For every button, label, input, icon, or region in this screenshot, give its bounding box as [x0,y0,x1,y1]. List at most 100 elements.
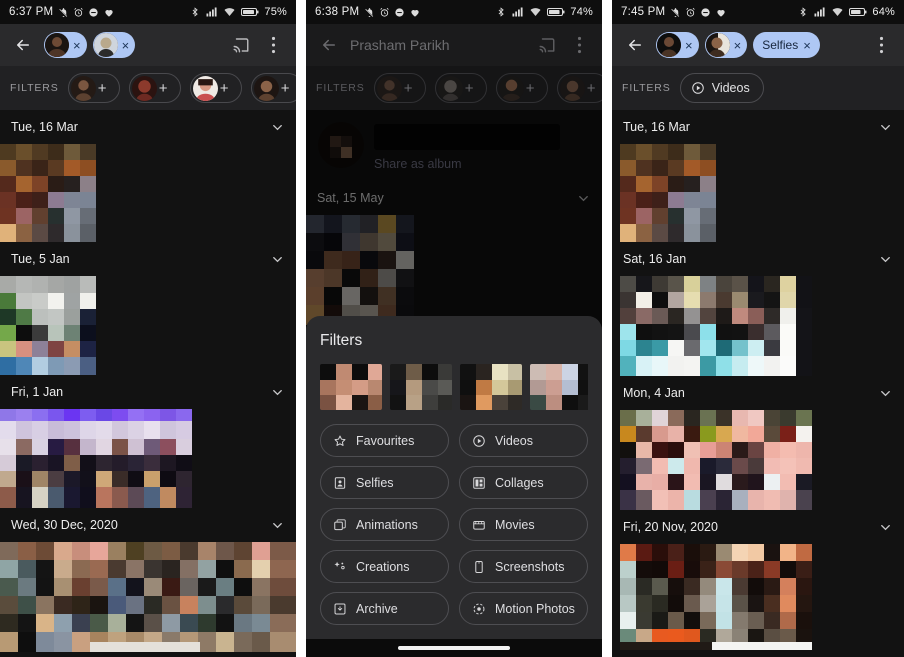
avatar [70,75,96,101]
status-time: 6:38 PM [315,6,360,18]
date-section-header[interactable]: Sat, 15 May [306,181,602,215]
sheet-title: Filters [320,332,363,349]
status-bar: 6:38 PM 74% [306,0,602,24]
play-circle-icon [691,81,705,95]
filter-chip-motion-photos[interactable]: Motion Photos [459,592,588,625]
battery-icon [849,7,867,17]
filter-chip-videos[interactable]: Videos [679,73,764,103]
photo-thumbnail[interactable] [612,410,904,510]
more-vertical-icon[interactable] [564,30,594,60]
add-filter-icon[interactable]: + [526,81,535,96]
home-gesture-pill[interactable] [398,646,510,650]
date-section-header[interactable]: Tue, 5 Jan [0,242,296,276]
battery-percent: 75% [264,6,287,18]
sheet-thumbnail[interactable] [460,364,522,410]
sheet-thumbnail[interactable] [320,364,382,410]
remove-chip-icon[interactable]: × [734,39,742,52]
person-filter-chip[interactable]: × [92,32,136,58]
more-vertical-icon[interactable] [258,30,288,60]
photo-thumbnail[interactable] [612,276,904,376]
filter-chip-animations[interactable]: Animations [320,508,449,541]
chevron-down-icon[interactable] [576,191,591,206]
chevron-down-icon[interactable] [270,120,285,135]
date-section-header[interactable]: Mon, 4 Jan [612,376,904,410]
cast-icon[interactable] [226,30,256,60]
remove-chip-icon[interactable]: × [803,39,811,52]
add-filter-icon[interactable]: + [159,81,168,96]
add-filter-icon[interactable]: + [404,81,413,96]
back-arrow-icon[interactable] [8,30,38,60]
date-section-header[interactable]: Wed, 30 Dec, 2020 [0,508,296,542]
person-filter-chip[interactable]: × [44,32,87,58]
photo-thumbnail[interactable] [306,215,602,325]
remove-chip-icon[interactable]: × [685,39,693,52]
filters-strip: FILTERS + + + + + [306,66,602,110]
date-section-header[interactable]: Fri, 20 Nov, 2020 [612,510,904,544]
chevron-down-icon[interactable] [878,386,893,401]
back-arrow-icon[interactable] [620,30,650,60]
photo-thumbnail[interactable] [0,144,296,242]
face-filter-chip[interactable]: + [434,73,487,103]
remove-chip-icon[interactable]: × [73,39,81,52]
add-filter-icon[interactable]: + [220,81,229,96]
collage-icon [472,476,486,490]
date-label: Tue, 16 Mar [11,120,78,134]
add-filter-icon[interactable]: + [465,81,474,96]
photo-thumbnail[interactable] [0,276,296,375]
filter-chip-favourites[interactable]: Favourites [320,424,449,457]
person-filter-chip[interactable]: × [656,32,699,58]
face-filter-chip[interactable]: + [556,73,602,103]
phone-icon [472,560,486,574]
date-label: Fri, 20 Nov, 2020 [623,520,718,534]
dnd-icon [88,7,99,18]
chevron-down-icon[interactable] [270,252,285,267]
date-label: Sat, 16 Jan [623,252,687,266]
remove-chip-icon[interactable]: × [122,39,130,52]
more-vertical-icon[interactable] [866,30,896,60]
photo-thumbnail[interactable] [612,144,904,242]
face-filter-chip[interactable]: + [495,73,548,103]
portrait-icon [333,476,347,490]
cast-icon[interactable] [532,30,562,60]
avatar[interactable] [318,122,364,168]
share-as-album-link[interactable]: Share as album [374,157,590,171]
sheet-thumbnail[interactable] [530,364,588,410]
filter-chip-selfies[interactable]: Selfies [320,466,449,499]
chevron-down-icon[interactable] [878,120,893,135]
add-filter-icon[interactable]: + [587,81,596,96]
chevron-down-icon[interactable] [270,518,285,533]
filter-chip-videos[interactable]: Videos [459,424,588,457]
filter-chip-creations[interactable]: Creations [320,550,449,583]
face-filter-chip[interactable]: + [128,73,181,103]
filter-chip-archive[interactable]: Archive [320,592,449,625]
person-filter-chip[interactable]: × [704,32,748,58]
date-section-header[interactable]: Sat, 16 Jan [612,242,904,276]
sheet-thumbnail-row[interactable] [320,364,588,410]
animation-icon [333,518,347,532]
chevron-down-icon[interactable] [878,520,893,535]
face-filter-chip[interactable]: + [373,73,426,103]
filter-chip-screenshots[interactable]: Screenshots [459,550,588,583]
avatar [45,33,69,57]
add-filter-icon[interactable]: + [281,81,290,96]
add-filter-icon[interactable]: + [98,81,107,96]
face-filter-chip[interactable]: + [189,73,242,103]
photo-thumbnail[interactable] [0,409,296,508]
face-filter-chip[interactable]: + [67,73,120,103]
chevron-down-icon[interactable] [878,252,893,267]
bluetooth-icon [190,6,200,18]
photo-thumbnail[interactable] [0,542,296,652]
date-section-header[interactable]: Fri, 1 Jan [0,375,296,409]
filter-chip-movies[interactable]: Movies [459,508,588,541]
back-arrow-icon[interactable] [314,30,344,60]
selfies-filter-chip[interactable]: Selfies × [753,32,820,58]
sheet-thumbnail[interactable] [390,364,452,410]
heart-icon [715,7,727,18]
date-section-header[interactable]: Tue, 16 Mar [0,110,296,144]
filter-chip-collages[interactable]: Collages [459,466,588,499]
date-section-header[interactable]: Tue, 16 Mar [612,110,904,144]
filter-chip-label: Favourites [356,433,415,448]
photo-thumbnail[interactable] [612,544,904,650]
chevron-down-icon[interactable] [270,385,285,400]
face-filter-chip[interactable]: + [250,73,296,103]
